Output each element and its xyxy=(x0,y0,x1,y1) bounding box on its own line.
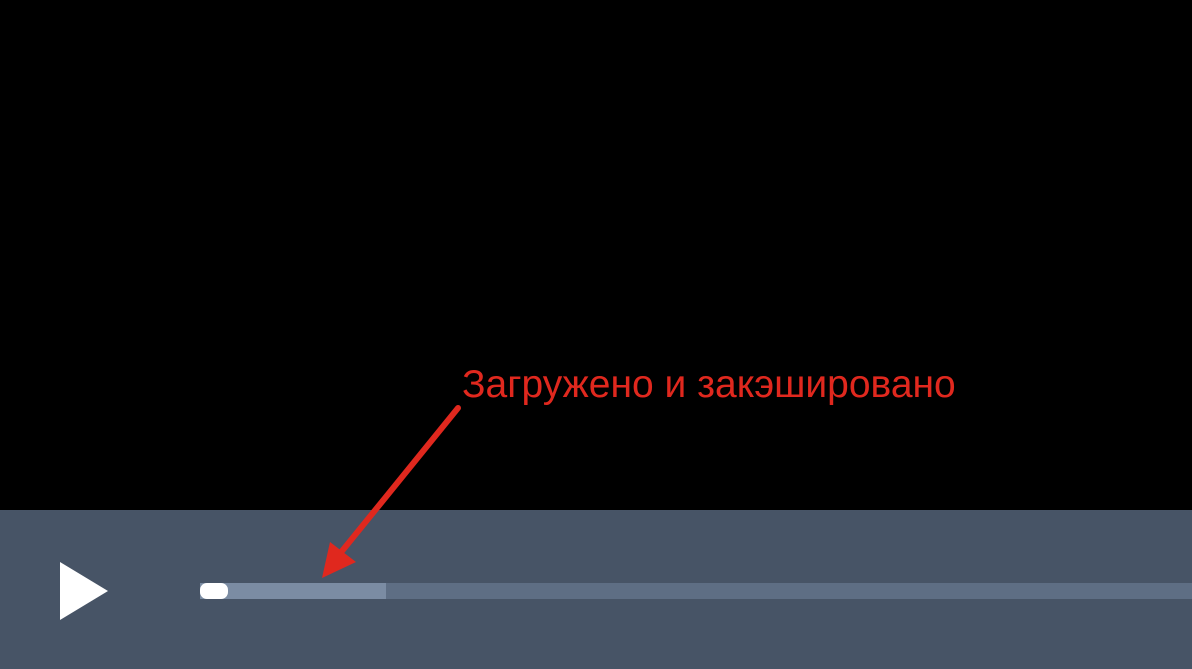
video-viewport[interactable] xyxy=(0,0,1192,510)
progress-bar[interactable] xyxy=(200,583,1192,599)
played-progress xyxy=(200,583,228,599)
play-icon xyxy=(60,562,108,620)
video-player: Загружено и закэшировано xyxy=(0,0,1192,669)
annotation-label: Загружено и закэшировано xyxy=(462,363,956,406)
play-button[interactable] xyxy=(40,536,130,640)
